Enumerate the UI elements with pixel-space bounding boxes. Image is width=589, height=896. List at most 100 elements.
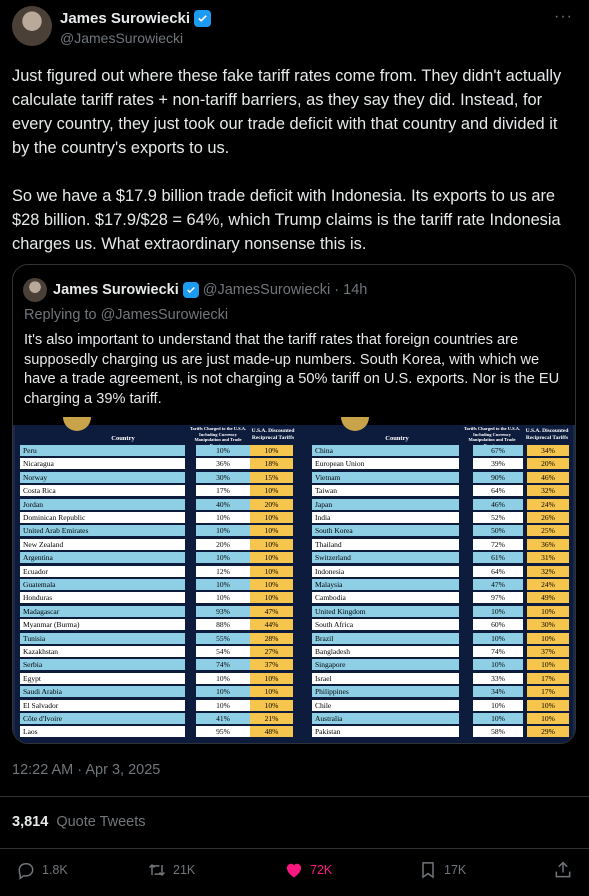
charged-cell: 10% — [196, 672, 250, 684]
table-row: Myanmar (Burma) 88% 44% — [15, 619, 299, 631]
quoted-author-handle: @JamesSurowiecki — [202, 282, 331, 298]
country-cell: Norway — [20, 471, 185, 483]
quoted-author-row: James Surowiecki @JamesSurowiecki · 14h — [53, 282, 367, 298]
country-cell: Bangladesh — [312, 646, 459, 657]
retweet-button[interactable]: 21K — [147, 860, 195, 880]
tweet-timestamp[interactable]: 12:22 AM · Apr 3, 2025 — [12, 762, 160, 778]
author-handle[interactable]: @JamesSurowiecki — [60, 30, 183, 46]
reciprocal-cell: 10% — [527, 605, 569, 617]
quoted-tweet[interactable]: James Surowiecki @JamesSurowiecki · 14h … — [12, 264, 576, 744]
reciprocal-cell: 10% — [527, 659, 569, 671]
reciprocal-cell: 20% — [250, 498, 293, 510]
country-cell: Guatemala — [20, 579, 185, 590]
country-cell: Singapore — [312, 659, 459, 671]
charged-cell: 41% — [196, 713, 250, 724]
share-button[interactable] — [553, 860, 573, 880]
charged-cell: 60% — [473, 619, 523, 631]
quote-tweets-stat[interactable]: 3,814 Quote Tweets — [12, 814, 146, 830]
reply-button[interactable]: 1.8K — [16, 860, 68, 880]
tariff-table-left: Country Tariffs Charged to the U.S.A. In… — [15, 417, 299, 743]
reciprocal-cell: 10% — [250, 592, 293, 604]
reciprocal-cell: 36% — [527, 538, 569, 550]
retweet-count: 21K — [173, 863, 196, 877]
author-name[interactable]: James Surowiecki — [60, 10, 190, 27]
table-row: Japan 46% 24% — [299, 498, 573, 510]
reciprocal-cell: 10% — [250, 538, 293, 550]
charged-cell: 10% — [473, 632, 523, 644]
reciprocal-cell: 10% — [250, 445, 293, 456]
bookmark-icon — [422, 862, 434, 879]
country-cell: Nicaragua — [20, 458, 185, 470]
country-cell: Myanmar (Burma) — [20, 619, 185, 631]
reply-count: 1.8K — [42, 863, 68, 877]
quoted-text: It's also important to understand that t… — [24, 332, 560, 407]
more-horizontal-icon[interactable]: ··· — [554, 8, 573, 26]
charged-cell: 10% — [196, 525, 250, 537]
quote-count: 3,814 — [12, 814, 49, 830]
table-row: South Korea 50% 25% — [299, 525, 573, 537]
country-cell: South Africa — [312, 619, 459, 631]
header-reciprocal: U.S.A. Discounted Reciprocal Tariffs — [525, 428, 569, 441]
charged-cell: 97% — [473, 592, 523, 604]
table-row: Argentina 10% 10% — [15, 552, 299, 564]
charged-cell: 10% — [473, 659, 523, 671]
country-cell: European Union — [312, 458, 459, 470]
verified-badge-icon — [194, 10, 212, 27]
reciprocal-cell: 10% — [250, 552, 293, 564]
reciprocal-cell: 32% — [527, 565, 569, 577]
country-cell: Malaysia — [312, 579, 459, 590]
bookmark-button[interactable]: 17K — [418, 860, 466, 880]
table-row: Israel 33% 17% — [299, 672, 573, 684]
reciprocal-cell: 17% — [527, 686, 569, 698]
header-country: Country — [111, 435, 135, 442]
country-cell: Tunisia — [20, 632, 185, 644]
table-row: European Union 39% 20% — [299, 458, 573, 470]
table-row: Brazil 10% 10% — [299, 632, 573, 644]
country-cell: Dominican Republic — [20, 512, 185, 523]
quoted-author-name: James Surowiecki — [53, 282, 179, 298]
author-avatar[interactable] — [12, 6, 52, 46]
table-row: Saudi Arabia 10% 10% — [15, 686, 299, 698]
country-cell: Saudi Arabia — [20, 686, 185, 698]
reciprocal-cell: 31% — [527, 552, 569, 564]
reciprocal-cell: 10% — [527, 713, 569, 724]
table-row: Peru 10% 10% — [15, 445, 299, 456]
country-cell: Honduras — [20, 592, 185, 604]
divider — [0, 848, 589, 849]
reciprocal-cell: 10% — [250, 579, 293, 590]
verified-badge-icon — [182, 282, 199, 298]
like-button[interactable]: 72K — [284, 860, 332, 880]
country-cell: Serbia — [20, 659, 185, 671]
charged-cell: 33% — [473, 672, 523, 684]
table-row: South Africa 60% 30% — [299, 619, 573, 631]
country-cell: Egypt — [20, 672, 185, 684]
country-cell: Chile — [312, 699, 459, 711]
reciprocal-cell: 24% — [527, 498, 569, 510]
table-row: Bangladesh 74% 37% — [299, 646, 573, 657]
charged-cell: 64% — [473, 565, 523, 577]
charged-cell: 20% — [196, 538, 250, 550]
reciprocal-cell: 27% — [250, 646, 293, 657]
reciprocal-cell: 10% — [250, 512, 293, 523]
reciprocal-cell: 15% — [250, 471, 293, 483]
charged-cell: 10% — [473, 699, 523, 711]
country-cell: New Zealand — [20, 538, 185, 550]
country-cell: Argentina — [20, 552, 185, 564]
country-cell: Jordan — [20, 498, 185, 510]
table-row: United Arab Emirates 10% 10% — [15, 525, 299, 537]
reciprocal-cell: 17% — [527, 672, 569, 684]
quoted-author-avatar — [23, 278, 47, 302]
charged-cell: 10% — [196, 579, 250, 590]
reciprocal-cell: 25% — [527, 525, 569, 537]
tweet-paragraph: So we have a $17.9 billion trade deficit… — [12, 187, 561, 253]
divider — [0, 796, 589, 797]
table-row: Vietnam 90% 46% — [299, 471, 573, 483]
charged-cell: 55% — [196, 632, 250, 644]
charged-cell: 95% — [196, 726, 250, 738]
reciprocal-cell: 37% — [527, 646, 569, 657]
charged-cell: 12% — [196, 565, 250, 577]
reciprocal-cell: 30% — [527, 619, 569, 631]
country-cell: Madagascar — [20, 605, 185, 617]
charged-cell: 39% — [473, 458, 523, 470]
reciprocal-cell: 49% — [527, 592, 569, 604]
